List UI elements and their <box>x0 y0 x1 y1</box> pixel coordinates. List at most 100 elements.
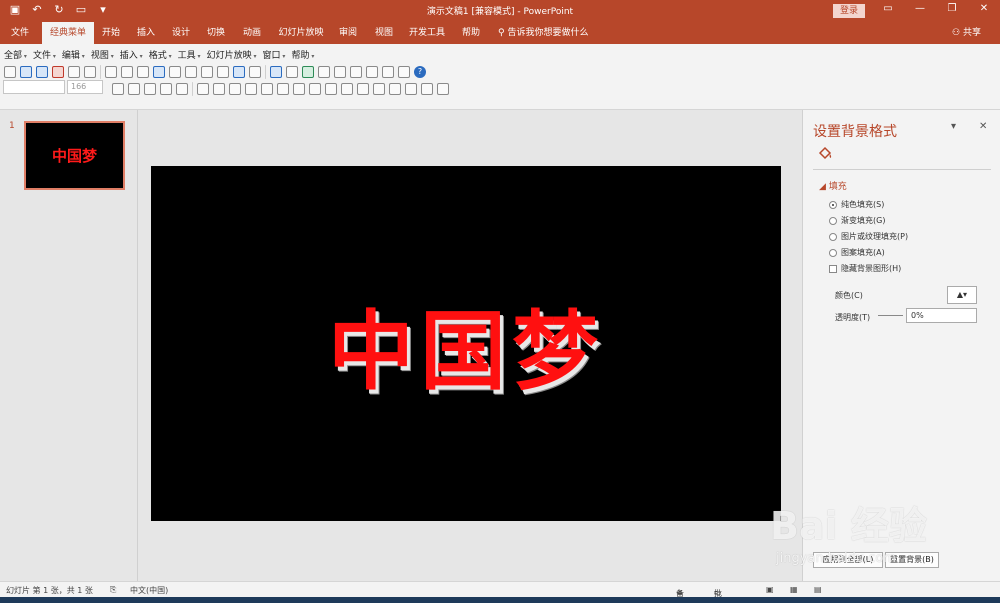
increase-font-icon[interactable] <box>341 83 353 95</box>
share-button[interactable]: ⚇ 共享 <box>952 22 981 44</box>
menu-file[interactable]: 文件 <box>33 48 56 61</box>
login-button[interactable]: 登录 <box>833 4 865 18</box>
menu-edit[interactable]: 编辑 <box>62 48 85 61</box>
tab-home[interactable]: 开始 <box>96 22 126 44</box>
color-picker-button[interactable]: ▲▾ <box>947 286 977 304</box>
hide-background-graphics-checkbox[interactable]: 隐藏背景图形(H) <box>829 263 901 274</box>
restore-icon[interactable]: ❐ <box>944 3 960 14</box>
pdf-icon[interactable] <box>52 66 64 78</box>
shadow-icon[interactable] <box>160 83 172 95</box>
language-indicator[interactable]: 中文(中国) <box>130 585 168 596</box>
minimize-icon[interactable]: — <box>912 3 928 14</box>
pane-close-icon[interactable]: ✕ <box>979 121 987 132</box>
arrange-icon[interactable] <box>373 83 385 95</box>
numbering-icon[interactable] <box>309 83 321 95</box>
shape-fill-icon[interactable] <box>405 83 417 95</box>
line-spacing-icon[interactable] <box>261 83 273 95</box>
screenshot-icon[interactable] <box>137 66 149 78</box>
redo-icon[interactable] <box>249 66 261 78</box>
menu-help[interactable]: 帮助 <box>291 48 314 61</box>
tab-file[interactable]: 文件 <box>4 22 36 44</box>
picture-icon[interactable] <box>302 66 314 78</box>
menu-all[interactable]: 全部 <box>4 48 27 61</box>
picture-fill-radio[interactable]: 图片或纹理填充(P) <box>829 231 908 242</box>
menu-slideshow[interactable]: 幻灯片放映 <box>207 48 257 61</box>
italic-icon[interactable] <box>128 83 140 95</box>
help-icon[interactable]: ? <box>414 66 426 78</box>
new-slide-icon[interactable] <box>318 66 330 78</box>
tab-animations[interactable]: 动画 <box>237 22 267 44</box>
normal-view-icon[interactable]: ▣ <box>766 585 774 594</box>
font-name-combobox[interactable] <box>3 80 65 94</box>
slide-thumbnail[interactable]: 中国梦 <box>24 121 125 190</box>
pattern-fill-radio[interactable]: 图案填充(A) <box>829 247 885 258</box>
zoom-icon[interactable] <box>398 66 410 78</box>
align-right-icon[interactable] <box>229 83 241 95</box>
ribbon-display-options-icon[interactable]: ▭ <box>880 3 896 14</box>
justify-icon[interactable] <box>245 83 257 95</box>
line-style-icon[interactable] <box>334 66 346 78</box>
print-icon[interactable] <box>105 66 117 78</box>
paste-icon[interactable] <box>201 66 213 78</box>
shape-effects-icon[interactable] <box>437 83 449 95</box>
print-preview-icon[interactable] <box>121 66 133 78</box>
reset-background-button[interactable]: 重置背景(B) <box>885 552 939 568</box>
spelling-icon[interactable] <box>153 66 165 78</box>
gradient-fill-radio[interactable]: 渐变填充(G) <box>829 215 885 226</box>
menu-view[interactable]: 视图 <box>91 48 114 61</box>
undo-icon[interactable] <box>233 66 245 78</box>
tab-design[interactable]: 设计 <box>166 22 196 44</box>
layout-icon[interactable] <box>350 66 362 78</box>
font-case-icon[interactable] <box>176 83 188 95</box>
tell-me-search[interactable]: ⚲ 告诉我你想要做什么 <box>498 22 588 44</box>
chart-icon[interactable] <box>270 66 282 78</box>
apply-to-all-button[interactable]: 应用到全部(L) <box>813 552 883 568</box>
cut-icon[interactable] <box>169 66 181 78</box>
menu-window[interactable]: 窗口 <box>263 48 286 61</box>
slide-title-text[interactable]: 中国梦 <box>328 281 604 406</box>
tab-review[interactable]: 审阅 <box>333 22 363 44</box>
shape-outline-icon[interactable] <box>421 83 433 95</box>
permission-icon[interactable] <box>68 66 80 78</box>
tab-developer[interactable]: 开发工具 <box>406 22 448 44</box>
align-left-icon[interactable] <box>197 83 209 95</box>
decrease-font-icon[interactable] <box>357 83 369 95</box>
menu-format[interactable]: 格式 <box>149 48 172 61</box>
slide-sorter-icon[interactable]: ▦ <box>790 585 798 594</box>
email-icon[interactable] <box>84 66 96 78</box>
save-icon[interactable] <box>36 66 48 78</box>
format-painter-icon[interactable] <box>217 66 229 78</box>
tab-help[interactable]: 帮助 <box>456 22 486 44</box>
new-icon[interactable] <box>4 66 16 78</box>
open-icon[interactable] <box>20 66 32 78</box>
spell-check-icon[interactable]: ⎘ <box>110 585 116 595</box>
reading-view-icon[interactable]: ▤ <box>814 585 822 594</box>
paint-bucket-icon[interactable] <box>817 146 833 160</box>
columns-icon[interactable] <box>277 83 289 95</box>
tab-view[interactable]: 视图 <box>369 22 399 44</box>
shapes-icon[interactable] <box>382 66 394 78</box>
close-icon[interactable]: ✕ <box>976 3 992 14</box>
table-icon[interactable] <box>286 66 298 78</box>
copy-icon[interactable] <box>185 66 197 78</box>
menu-tools[interactable]: 工具 <box>178 48 201 61</box>
fill-section-header[interactable]: ◢ 填充 <box>819 179 847 192</box>
tab-transitions[interactable]: 切换 <box>201 22 231 44</box>
transparency-slider[interactable] <box>878 315 903 316</box>
menu-insert[interactable]: 插入 <box>120 48 143 61</box>
underline-icon[interactable] <box>144 83 156 95</box>
tab-slideshow[interactable]: 幻灯片放映 <box>276 22 326 44</box>
align-center-icon[interactable] <box>213 83 225 95</box>
textbox-icon[interactable] <box>366 66 378 78</box>
tab-classic-menu[interactable]: 经典菜单 <box>42 22 94 44</box>
font-color-icon[interactable] <box>325 83 337 95</box>
bold-icon[interactable] <box>112 83 124 95</box>
transparency-input[interactable]: 0% <box>906 308 977 323</box>
solid-fill-radio[interactable]: 纯色填充(S) <box>829 199 884 210</box>
quick-styles-icon[interactable] <box>389 83 401 95</box>
font-size-combobox[interactable]: 166 <box>67 80 103 94</box>
tab-insert[interactable]: 插入 <box>131 22 161 44</box>
bullets-icon[interactable] <box>293 83 305 95</box>
pane-options-icon[interactable]: ▾ <box>951 121 956 132</box>
slide-canvas[interactable]: 中国梦 <box>151 166 781 521</box>
